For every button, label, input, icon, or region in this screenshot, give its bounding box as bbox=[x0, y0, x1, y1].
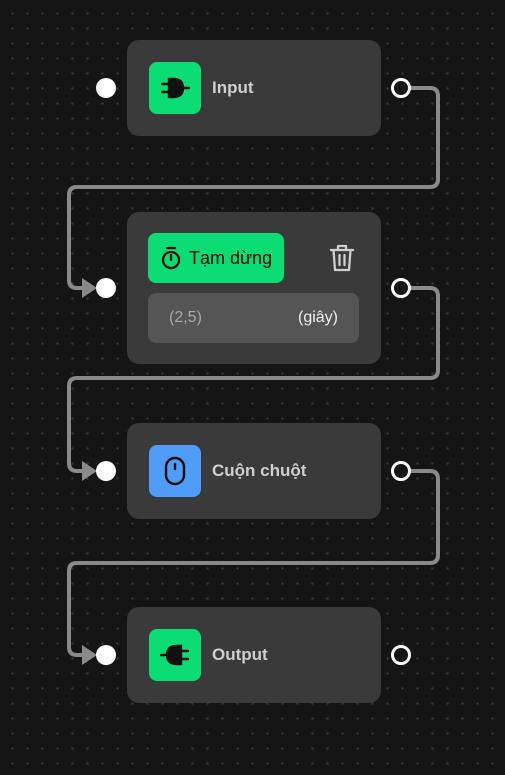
duration-field[interactable]: (2,5) (giây) bbox=[148, 293, 359, 343]
input-node[interactable]: Input bbox=[127, 40, 381, 136]
pause-node-in-port[interactable] bbox=[96, 278, 116, 298]
output-node-out-port[interactable] bbox=[391, 645, 411, 665]
input-node-icon-tile bbox=[149, 62, 201, 114]
pause-node-out-port[interactable] bbox=[391, 278, 411, 298]
scroll-node-title: Cuộn chuột bbox=[212, 461, 307, 480]
input-node-out-port[interactable] bbox=[391, 78, 411, 98]
stopwatch-icon bbox=[161, 246, 181, 270]
wire-arrowhead bbox=[82, 461, 97, 481]
input-node-title: Input bbox=[212, 78, 254, 97]
wire-arrowhead bbox=[82, 645, 97, 665]
output-node-in-port[interactable] bbox=[96, 645, 116, 665]
flow-canvas[interactable]: Input Tạm dừng (2,5) (giây) Cuộn chuột O… bbox=[0, 0, 505, 775]
pause-action-chip[interactable]: Tạm dừng bbox=[148, 233, 284, 283]
duration-value: (2,5) bbox=[169, 309, 202, 326]
duration-unit-label: (giây) bbox=[297, 309, 338, 326]
scroll-node-icon-tile bbox=[149, 445, 201, 497]
output-node-title: Output bbox=[212, 645, 268, 664]
trash-icon bbox=[329, 244, 355, 272]
scroll-node-out-port[interactable] bbox=[391, 461, 411, 481]
mouse-icon bbox=[164, 456, 186, 486]
pause-action-label: Tạm dừng bbox=[189, 247, 273, 268]
output-node-icon-tile bbox=[149, 629, 201, 681]
input-node-in-port[interactable] bbox=[96, 78, 116, 98]
pause-node[interactable]: Tạm dừng (2,5) (giây) bbox=[127, 212, 381, 364]
scroll-node[interactable]: Cuộn chuột bbox=[127, 423, 381, 519]
delete-button[interactable] bbox=[327, 243, 357, 273]
wire-arrowhead bbox=[82, 278, 97, 298]
scroll-node-in-port[interactable] bbox=[96, 461, 116, 481]
output-node[interactable]: Output bbox=[127, 607, 381, 703]
logic-gate-output-icon bbox=[160, 644, 190, 666]
logic-gate-input-icon bbox=[160, 77, 190, 99]
